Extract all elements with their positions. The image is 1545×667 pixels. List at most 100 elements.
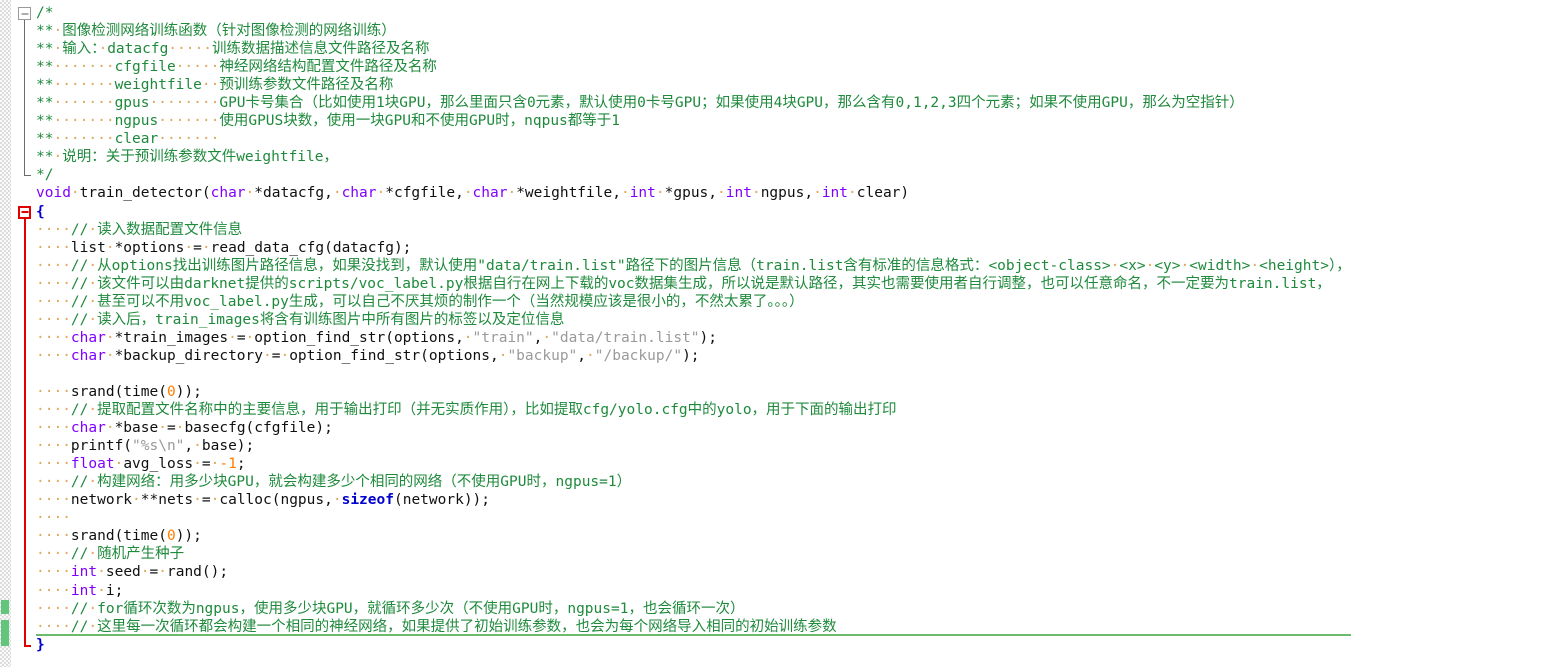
token-cmt: GPU卡号集合（比如使用1块GPU，那么里面只含0元素，默认使用0卡号GPU；如… xyxy=(219,95,1244,112)
code-line[interactable]: ····list·*options·=·read_data_cfg(datacf… xyxy=(36,239,1351,257)
token-cmt: // xyxy=(70,474,89,491)
code-line[interactable]: ····char·*train_images·=·option_find_str… xyxy=(36,329,1351,347)
code-line[interactable]: */ xyxy=(36,166,1351,184)
token-ws: · xyxy=(262,347,272,364)
token-pln: = xyxy=(201,492,211,509)
code-line[interactable]: ····//·该文件可以由darknet提供的scripts/voc_label… xyxy=(36,275,1351,293)
token-pln: ); xyxy=(682,347,700,364)
token-cmt: 提取配置文件名称中的主要信息，用于输出打印（并无实质作用），比如提取cfg/yo… xyxy=(97,402,897,419)
token-pln: avg_loss xyxy=(123,456,194,473)
token-ws: · xyxy=(105,329,115,346)
token-cmt: 说明：关于预训练参数文件weightfile， xyxy=(62,149,338,166)
token-cmt: // xyxy=(70,221,89,238)
code-line[interactable]: ····network·**nets·=·calloc(ngpus,·sizeo… xyxy=(36,491,1351,509)
token-cmt: // xyxy=(70,546,89,563)
code-line[interactable]: **·······weightfile··预训练参数文件路径及名称 xyxy=(36,76,1351,94)
code-line[interactable]: ····//·随机产生种子 xyxy=(36,545,1351,563)
code-line[interactable]: **·······cfgfile·····神经网络结构配置文件路径及名称 xyxy=(36,58,1351,76)
fold-range-end-block-comment-fold xyxy=(24,175,31,177)
code-line[interactable]: { xyxy=(36,203,1351,221)
token-pln: printf( xyxy=(70,438,133,455)
code-editor[interactable]: /* **·图像检测网络训练函数（针对图像检测的网络训练） **·输入：·datac… xyxy=(0,0,1545,667)
token-brace: { xyxy=(36,203,45,220)
code-line[interactable]: ····//·构建网络：用多少块GPU，就会构建多少个相同的网络（不使用GPU时… xyxy=(36,473,1351,491)
token-str: "/backup/" xyxy=(594,347,683,364)
token-cmt: cfgfile xyxy=(114,59,176,76)
code-line[interactable]: void·train_detector(char·*datacfg,·char·… xyxy=(36,184,1351,202)
code-line[interactable]: ····//·读入数据配置文件信息 xyxy=(36,221,1351,239)
token-cmt: ngpus xyxy=(114,113,159,130)
token-ws: · xyxy=(88,293,98,310)
code-line[interactable]: ····char·*base·=·basecfg(cfgfile); xyxy=(36,419,1351,437)
token-num: 0 xyxy=(166,528,176,545)
token-ws: · xyxy=(620,185,630,202)
code-line[interactable]: **·图像检测网络训练函数（针对图像检测的网络训练） xyxy=(36,22,1351,40)
change-marker[interactable] xyxy=(1,600,9,614)
token-pln: calloc(ngpus, xyxy=(219,492,333,509)
code-line[interactable]: ····srand(time(0)); xyxy=(36,383,1351,401)
token-cmt: <height>）， xyxy=(1259,257,1351,274)
token-ws: ···· xyxy=(36,402,71,419)
code-line[interactable]: ···· xyxy=(36,509,1351,527)
token-cmt: <object-class> xyxy=(988,257,1111,274)
code-line[interactable]: ····float·avg_loss·=·-1; xyxy=(36,455,1351,473)
code-line[interactable]: /* xyxy=(36,4,1351,22)
code-line[interactable] xyxy=(36,365,1351,383)
token-cmt: // xyxy=(70,600,89,617)
code-line[interactable]: } xyxy=(36,636,1351,654)
code-line[interactable]: ····//·for循环次数为ngpus，使用多少块GPU，就循环多少次（不使用… xyxy=(36,600,1351,618)
code-line-current[interactable]: ····//·这里每一次循环都会构建一个相同的神经网络，如果提供了初始训练参数，… xyxy=(36,618,1351,636)
token-pln: *datacfg, xyxy=(254,185,333,202)
token-cmt: ** xyxy=(36,23,54,40)
token-pln: , xyxy=(577,347,587,364)
token-pln: option_find_str(options, xyxy=(289,347,499,364)
code-line[interactable]: **·输入：·datacfg·····训练数据描述信息文件路径及名称 xyxy=(36,40,1351,58)
token-ws: · xyxy=(193,456,202,473)
code-line[interactable]: ····//·从options找出训练图片路径信息，如果没找到，默认使用"dat… xyxy=(36,257,1351,275)
code-line[interactable]: ····//·提取配置文件名称中的主要信息，用于输出打印（并无实质作用），比如提… xyxy=(36,401,1351,419)
code-folding-gutter[interactable] xyxy=(11,0,36,667)
token-ws: ···· xyxy=(36,347,71,364)
code-line[interactable]: ····int·seed·=·rand(); xyxy=(36,563,1351,581)
token-kw: char xyxy=(210,185,246,202)
token-cmt: <y> xyxy=(1154,257,1181,274)
fold-toggle-block-comment-fold[interactable] xyxy=(18,7,31,20)
token-ws: · xyxy=(88,311,98,328)
token-ws: ···· xyxy=(36,257,71,274)
token-pln: *weightfile, xyxy=(516,185,621,202)
token-ws: · xyxy=(105,347,115,364)
token-pln: ngpus, xyxy=(760,185,814,202)
code-line[interactable]: ····//·甚至可以不用voc_label.py生成，可以自己不厌其烦的制作一… xyxy=(36,293,1351,311)
token-kw: char xyxy=(70,420,106,437)
fold-toggle-function-body-fold[interactable] xyxy=(18,205,31,219)
code-line[interactable]: ····int·i; xyxy=(36,582,1351,600)
token-ws: · xyxy=(848,185,857,202)
token-pln: = xyxy=(149,564,159,581)
code-line[interactable]: **·······ngpus·······使用GPUS块数，使用一块GPU和不使… xyxy=(36,112,1351,130)
token-ws: · xyxy=(53,23,63,40)
code-line[interactable]: ····printf("%s\n",·base); xyxy=(36,437,1351,455)
code-line[interactable]: ····//·读入后，train_images将含有训练图片中所有图片的标签以及… xyxy=(36,311,1351,329)
token-ws: · xyxy=(332,492,342,509)
token-ws: · xyxy=(88,474,98,491)
token-ws: ······· xyxy=(158,113,220,130)
token-cmt: 训练数据描述信息文件路径及名称 xyxy=(211,41,430,58)
code-text-area[interactable]: /* **·图像检测网络训练函数（针对图像检测的网络训练） **·输入：·datac… xyxy=(36,0,1545,667)
code-line[interactable]: **·说明：关于预训练参数文件weightfile， xyxy=(36,148,1351,166)
token-pln: seed xyxy=(105,564,141,581)
token-ws: ···· xyxy=(36,492,71,509)
fold-range-line-function-body-fold xyxy=(24,218,26,645)
code-line[interactable]: **·······clear······· xyxy=(36,130,1351,148)
token-cmt: ** xyxy=(36,77,54,94)
token-pln: list xyxy=(70,239,106,256)
code-line[interactable]: ····srand(time(0)); xyxy=(36,527,1351,545)
token-ws: · xyxy=(245,185,255,202)
token-cmt: weightfile xyxy=(114,77,202,94)
token-ws: ···· xyxy=(36,275,71,292)
code-line[interactable]: ····char·*backup_directory·=·option_find… xyxy=(36,347,1351,365)
token-ws: · xyxy=(193,438,202,455)
token-pln: *backup_directory xyxy=(114,347,263,364)
code-line[interactable]: **·······gpus········GPU卡号集合（比如使用1块GPU，那… xyxy=(36,94,1351,112)
change-marker[interactable] xyxy=(1,620,9,646)
token-ws: ········ xyxy=(149,95,220,112)
